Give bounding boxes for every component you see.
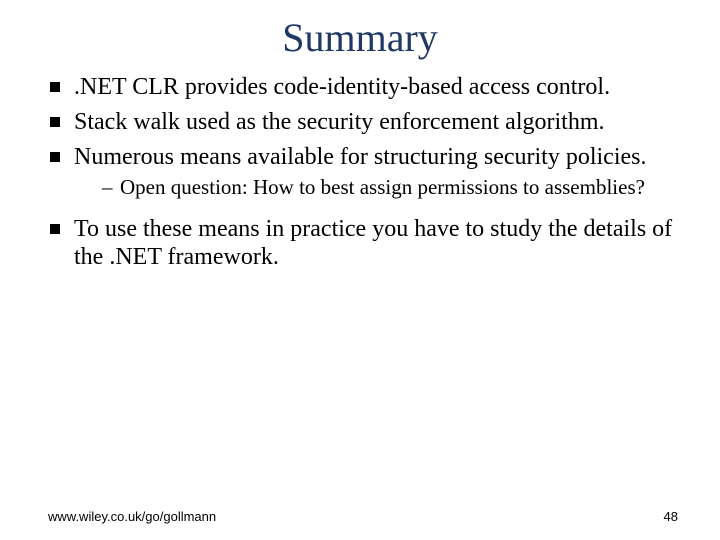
sub-bullet-item: Open question: How to best assign permis… — [102, 175, 678, 204]
page-number: 48 — [664, 509, 678, 524]
sub-bullet-list: Open question: How to best assign permis… — [74, 175, 678, 204]
footer: www.wiley.co.uk/go/gollmann 48 — [0, 509, 720, 524]
slide: Summary .NET CLR provides code-identity-… — [0, 0, 720, 540]
bullet-item: .NET CLR provides code-identity-based ac… — [48, 73, 678, 108]
bullet-list: .NET CLR provides code-identity-based ac… — [48, 73, 678, 278]
bullet-item: Stack walk used as the security enforcem… — [48, 108, 678, 143]
bullet-text: Numerous means available for structuring… — [74, 144, 647, 170]
footer-url: www.wiley.co.uk/go/gollmann — [48, 509, 216, 524]
slide-title: Summary — [0, 0, 720, 73]
bullet-item: Numerous means available for structuring… — [48, 143, 678, 215]
slide-body: .NET CLR provides code-identity-based ac… — [0, 73, 720, 278]
bullet-item: To use these means in practice you have … — [48, 215, 678, 279]
